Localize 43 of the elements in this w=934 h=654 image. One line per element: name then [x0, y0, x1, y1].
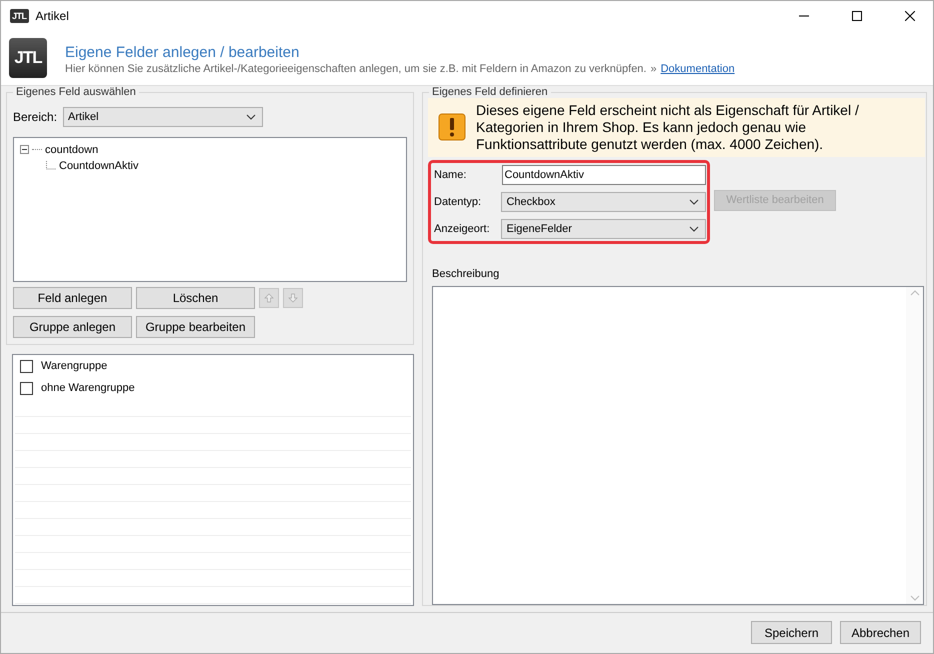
app-icon: JTL — [10, 9, 29, 23]
checkbox[interactable] — [20, 382, 33, 395]
dropdown[interactable]: Checkbox — [501, 192, 706, 212]
scroll-down-icon — [910, 594, 920, 601]
tree-item[interactable]: countdown — [45, 144, 98, 156]
arrow-down-icon — [288, 292, 298, 303]
chevron-down-icon — [689, 198, 699, 205]
close-icon — [905, 11, 915, 21]
chevron-down-icon — [246, 114, 256, 120]
field-label: Name: — [433, 168, 468, 181]
group-title: Eigenes Feld auswählen — [13, 86, 139, 98]
bereich-dropdown[interactable]: Artikel — [63, 106, 264, 127]
field-label: Anzeigeort: — [433, 222, 491, 235]
maximize-icon — [852, 11, 862, 21]
list-item[interactable]: ohne Warengruppe — [41, 382, 135, 394]
collapse-toggle[interactable] — [20, 145, 29, 154]
name-input[interactable]: CountdownAktiv — [502, 164, 706, 185]
button[interactable]: Gruppe bearbeiten — [136, 316, 255, 338]
warning-text: Dieses eigene Feld erscheint nicht als Eigenschaft für Artikel / Kategorien in Ihrem Shop. Es kann jedoch genau wie Funktionsattribute genutzt werden (max. 4000 Zeichen). — [476, 102, 860, 153]
link-prefix: » — [650, 63, 657, 76]
scroll-up-icon — [910, 290, 920, 296]
chevron-down-icon — [689, 226, 699, 232]
page-title: Eigene Felder anlegen / bearbeiten — [65, 44, 300, 62]
group-title: Eigenes Feld definieren — [429, 86, 551, 98]
button[interactable]: Löschen — [136, 286, 255, 309]
button[interactable]: Gruppe anlegen — [13, 316, 132, 338]
field-label: Datentyp: — [433, 196, 482, 208]
dropdown[interactable]: EigeneFelder — [501, 218, 706, 239]
tree-item[interactable]: CountdownAktiv — [59, 160, 138, 172]
field-label: Beschreibung — [432, 268, 500, 280]
button[interactable]: Feld anlegen — [13, 286, 132, 309]
arrow-up-icon — [264, 292, 274, 303]
button[interactable]: Abbrechen — [840, 621, 921, 644]
checkbox[interactable] — [20, 360, 33, 373]
list-item[interactable]: Warengruppe — [41, 360, 108, 372]
warning-icon — [438, 113, 466, 142]
window-title: Artikel — [36, 9, 70, 23]
button[interactable]: Speichern — [751, 621, 832, 644]
field-label: Bereich: — [13, 110, 58, 124]
description-text: Hier können Sie zusätzliche Artikel-/Kategorieeigenschaften anlegen, um sie z.B. mit Feldern in Amazon zu verknüpfen. — [65, 63, 646, 76]
tree-connector-icon — [46, 161, 56, 170]
logo: JTL — [9, 38, 47, 78]
documentation-link[interactable]: Dokumentation — [660, 63, 735, 76]
